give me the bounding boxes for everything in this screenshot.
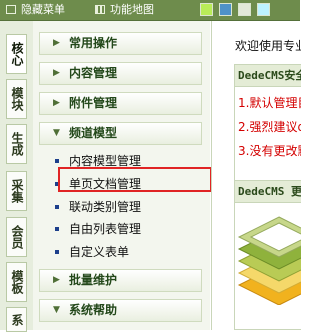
security-warning: 3.没有更改默 — [238, 144, 301, 158]
menu-item-label: 联动类别管理 — [69, 200, 142, 214]
menu-group-label: 内容管理 — [69, 66, 118, 80]
chevron-down-icon: ▼ — [53, 128, 60, 138]
menu-group-label: 批量维护 — [69, 273, 118, 287]
bullet-icon — [55, 159, 59, 163]
security-warning: 1.默认管理目 — [238, 96, 301, 110]
welcome-text: 欢迎使用专业 — [235, 39, 301, 53]
tab-system[interactable]: 系 — [6, 307, 27, 332]
tab-module[interactable]: 模块 — [6, 79, 27, 119]
menu-group-batch[interactable]: ▶ 批量维护 — [39, 269, 202, 292]
bullet-icon — [55, 205, 59, 209]
chevron-right-icon: ▶ — [53, 38, 60, 48]
chevron-down-icon: ▼ — [53, 305, 60, 315]
main-content: 欢迎使用专业 DedeCMS安全 1.默认管理目 2.强烈建议de 3.没有更改… — [211, 21, 301, 330]
top-toolbar: 隐藏菜单 功能地图 — [0, 0, 300, 21]
update-panel-title: DedeCMS 更 — [235, 181, 301, 203]
skin-color-cyan-button[interactable] — [257, 3, 270, 16]
highlight-box — [58, 167, 212, 192]
hide-menu-icon — [6, 5, 16, 14]
tab-core[interactable]: 核心 — [6, 34, 27, 74]
security-panel: DedeCMS安全 1.默认管理目 2.强烈建议de 3.没有更改默 — [234, 64, 301, 188]
menu-group-channel-model[interactable]: ▼ 频道模型 — [39, 122, 202, 145]
tab-collect[interactable]: 采集 — [6, 171, 27, 211]
menu-item-free-list[interactable]: 自由列表管理 — [55, 220, 142, 238]
chevron-right-icon: ▶ — [53, 275, 60, 285]
skin-color-green-button[interactable] — [200, 3, 213, 16]
module-tab-bar: 核心 模块 生成 采集 会员 模板 系 — [0, 21, 34, 332]
menu-item-label: 自定义表单 — [69, 245, 130, 259]
menu-group-content[interactable]: ▶ 内容管理 — [39, 62, 202, 85]
sidebar-menu: ▶ 常用操作 ▶ 内容管理 ▶ 附件管理 ▼ 频道模型 内容模型管理 单页文档管… — [33, 21, 212, 330]
menu-group-label: 系统帮助 — [69, 303, 118, 317]
menu-group-attachment[interactable]: ▶ 附件管理 — [39, 92, 202, 115]
tab-generate[interactable]: 生成 — [6, 124, 27, 164]
update-panel: DedeCMS 更 — [234, 180, 301, 330]
menu-item-label: 内容模型管理 — [69, 154, 142, 168]
skin-color-gray-button[interactable] — [238, 3, 251, 16]
tab-member[interactable]: 会员 — [6, 217, 27, 257]
skin-color-blue-button[interactable] — [219, 3, 232, 16]
layers-logo-icon — [237, 216, 301, 305]
site-map-button[interactable]: 功能地图 — [110, 0, 154, 20]
bullet-icon — [55, 250, 59, 254]
site-map-icon — [95, 5, 105, 14]
menu-group-common[interactable]: ▶ 常用操作 — [39, 32, 202, 55]
hide-menu-button[interactable]: 隐藏菜单 — [21, 0, 65, 20]
menu-group-help[interactable]: ▼ 系统帮助 — [39, 299, 202, 322]
chevron-right-icon: ▶ — [53, 98, 60, 108]
menu-item-linked-category[interactable]: 联动类别管理 — [55, 198, 142, 216]
menu-group-label: 附件管理 — [69, 96, 118, 110]
menu-item-label: 自由列表管理 — [69, 222, 142, 236]
menu-item-custom-form[interactable]: 自定义表单 — [55, 243, 130, 261]
menu-group-label: 频道模型 — [69, 126, 118, 140]
tab-template[interactable]: 模板 — [6, 262, 27, 302]
security-panel-title: DedeCMS安全 — [235, 65, 301, 87]
security-warning: 2.强烈建议de — [238, 120, 301, 134]
menu-group-label: 常用操作 — [69, 36, 118, 50]
chevron-right-icon: ▶ — [53, 68, 60, 78]
bullet-icon — [55, 227, 59, 231]
